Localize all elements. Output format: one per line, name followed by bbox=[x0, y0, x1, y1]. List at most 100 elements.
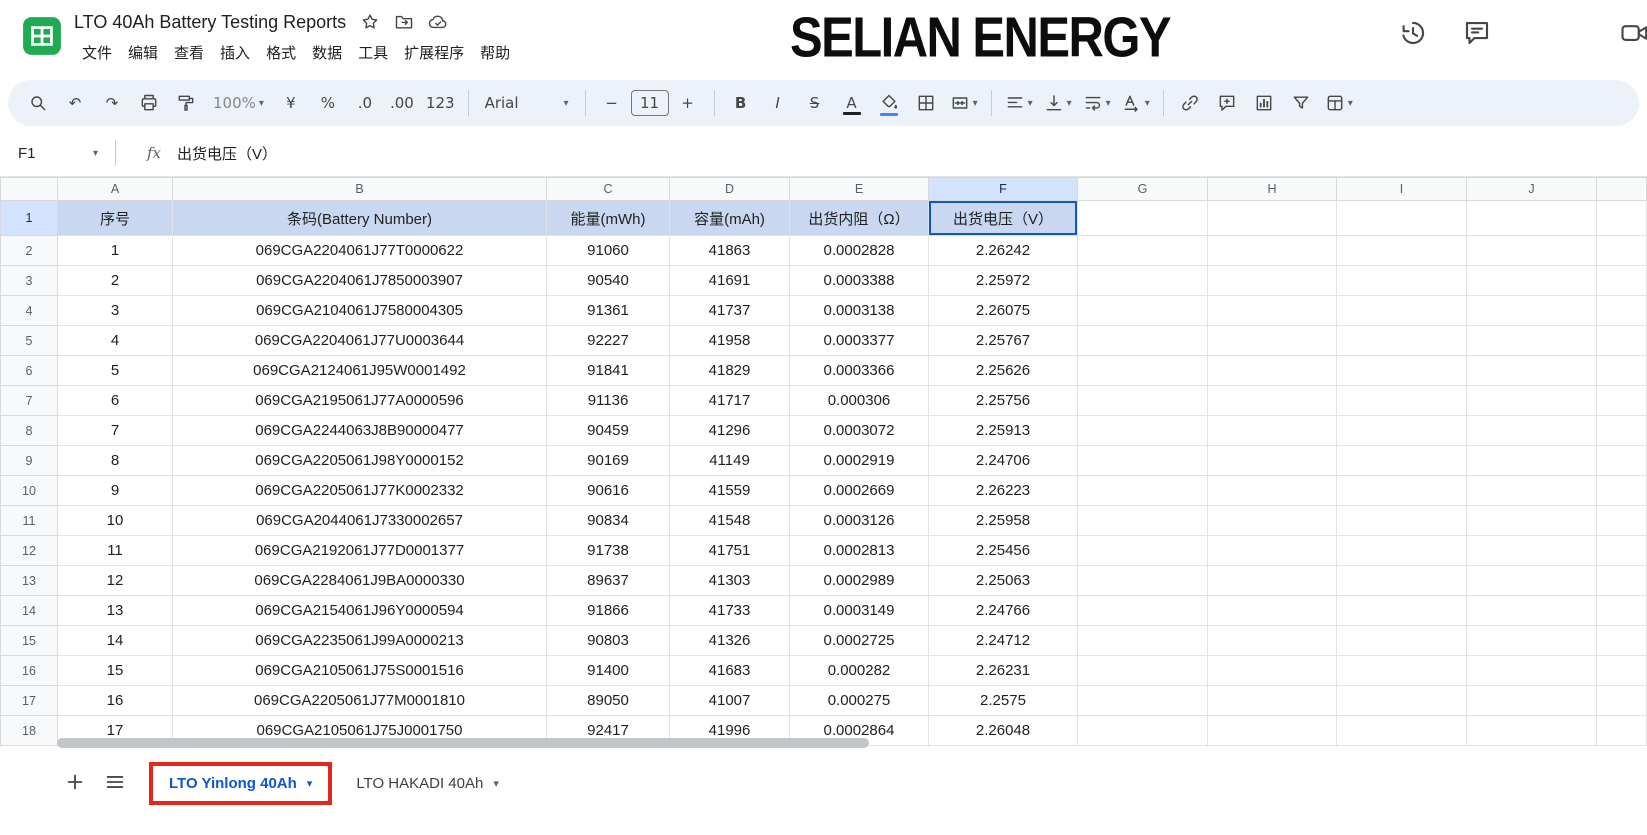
cell-G16[interactable] bbox=[1078, 656, 1208, 686]
cell-A8[interactable]: 7 bbox=[58, 416, 173, 446]
cell-C3[interactable]: 90540 bbox=[547, 266, 670, 296]
cell-B8[interactable]: 069CGA2244063J8B90000477 bbox=[173, 416, 547, 446]
cell-I4[interactable] bbox=[1337, 296, 1467, 326]
cell-H7[interactable] bbox=[1208, 386, 1337, 416]
cell-H5[interactable] bbox=[1208, 326, 1337, 356]
cell-I12[interactable] bbox=[1337, 536, 1467, 566]
cell-J13[interactable] bbox=[1467, 566, 1597, 596]
cell-A4[interactable]: 3 bbox=[58, 296, 173, 326]
row-header-2[interactable]: 2 bbox=[1, 236, 58, 266]
sheet-tab-lto-hakadi-40ah[interactable]: LTO HAKADI 40Ah ▾ bbox=[340, 762, 515, 805]
cell-G3[interactable] bbox=[1078, 266, 1208, 296]
star-icon[interactable] bbox=[360, 12, 380, 32]
cell-F8[interactable]: 2.25913 bbox=[929, 416, 1078, 446]
cell-B6[interactable]: 069CGA2124061J95W0001492 bbox=[173, 356, 547, 386]
insert-chart-button[interactable] bbox=[1246, 86, 1282, 120]
cell-D15[interactable]: 41326 bbox=[670, 626, 790, 656]
cell-C11[interactable]: 90834 bbox=[547, 506, 670, 536]
cell-A16[interactable]: 15 bbox=[58, 656, 173, 686]
comments-icon[interactable] bbox=[1462, 18, 1492, 48]
menu-view[interactable]: 查看 bbox=[166, 39, 212, 66]
row-header-15[interactable]: 15 bbox=[1, 626, 58, 656]
cell-G6[interactable] bbox=[1078, 356, 1208, 386]
cell-I10[interactable] bbox=[1337, 476, 1467, 506]
row-header-5[interactable]: 5 bbox=[1, 326, 58, 356]
font-family-button[interactable]: Arial▾ bbox=[477, 86, 577, 120]
row-header-12[interactable]: 12 bbox=[1, 536, 58, 566]
cell-E12[interactable]: 0.0002813 bbox=[790, 536, 929, 566]
cell-J7[interactable] bbox=[1467, 386, 1597, 416]
increase-decimal-button[interactable]: .00 bbox=[384, 86, 420, 120]
column-header-H[interactable]: H bbox=[1208, 178, 1337, 201]
cell-E16[interactable]: 0.000282 bbox=[790, 656, 929, 686]
cell-H2[interactable] bbox=[1208, 236, 1337, 266]
cell-F16[interactable]: 2.26231 bbox=[929, 656, 1078, 686]
cell-D5[interactable]: 41958 bbox=[670, 326, 790, 356]
cell-J17[interactable] bbox=[1467, 686, 1597, 716]
cell-A11[interactable]: 10 bbox=[58, 506, 173, 536]
cell-H18[interactable] bbox=[1208, 716, 1337, 746]
meet-camera-icon[interactable] bbox=[1620, 18, 1647, 48]
column-header-B[interactable]: B bbox=[173, 178, 547, 201]
menu-edit[interactable]: 编辑 bbox=[120, 39, 166, 66]
cell-H3[interactable] bbox=[1208, 266, 1337, 296]
cell-F5[interactable]: 2.25767 bbox=[929, 326, 1078, 356]
formula-input[interactable]: 出货电压（V） bbox=[177, 143, 277, 164]
cell-H14[interactable] bbox=[1208, 596, 1337, 626]
cell-B12[interactable]: 069CGA2192061J77D0001377 bbox=[173, 536, 547, 566]
cell-J8[interactable] bbox=[1467, 416, 1597, 446]
menu-data[interactable]: 数据 bbox=[304, 39, 350, 66]
cell-F10[interactable]: 2.26223 bbox=[929, 476, 1078, 506]
cell-A17[interactable]: 16 bbox=[58, 686, 173, 716]
cell-B13[interactable]: 069CGA2284061J9BA0000330 bbox=[173, 566, 547, 596]
google-sheets-logo-icon[interactable] bbox=[20, 8, 64, 64]
cell-H9[interactable] bbox=[1208, 446, 1337, 476]
cell-E13[interactable]: 0.0002989 bbox=[790, 566, 929, 596]
cell-E17[interactable]: 0.000275 bbox=[790, 686, 929, 716]
cell-E8[interactable]: 0.0003072 bbox=[790, 416, 929, 446]
cell-F4[interactable]: 2.26075 bbox=[929, 296, 1078, 326]
cell-J6[interactable] bbox=[1467, 356, 1597, 386]
column-header-C[interactable]: C bbox=[547, 178, 670, 201]
cell-H13[interactable] bbox=[1208, 566, 1337, 596]
menu-format[interactable]: 格式 bbox=[258, 39, 304, 66]
cell-B2[interactable]: 069CGA2204061J77T0000622 bbox=[173, 236, 547, 266]
cell-I13[interactable] bbox=[1337, 566, 1467, 596]
cell-C4[interactable]: 91361 bbox=[547, 296, 670, 326]
cell-F6[interactable]: 2.25626 bbox=[929, 356, 1078, 386]
cell-E1[interactable]: 出货内阻（Ω） bbox=[790, 201, 929, 236]
cell-J12[interactable] bbox=[1467, 536, 1597, 566]
cell-B15[interactable]: 069CGA2235061J99A0000213 bbox=[173, 626, 547, 656]
cell-I16[interactable] bbox=[1337, 656, 1467, 686]
paint-format-button[interactable] bbox=[168, 86, 204, 120]
cell-D8[interactable]: 41296 bbox=[670, 416, 790, 446]
borders-button[interactable] bbox=[908, 86, 944, 120]
menu-tools[interactable]: 工具 bbox=[350, 39, 396, 66]
cell-H15[interactable] bbox=[1208, 626, 1337, 656]
zoom-button[interactable]: 100%▾ bbox=[205, 86, 272, 120]
cell-H16[interactable] bbox=[1208, 656, 1337, 686]
cell-A3[interactable]: 2 bbox=[58, 266, 173, 296]
cell-G5[interactable] bbox=[1078, 326, 1208, 356]
cell-C7[interactable]: 91136 bbox=[547, 386, 670, 416]
cell-G15[interactable] bbox=[1078, 626, 1208, 656]
cell-G17[interactable] bbox=[1078, 686, 1208, 716]
cell-F7[interactable]: 2.25756 bbox=[929, 386, 1078, 416]
horizontal-align-button[interactable]: ▾ bbox=[1000, 86, 1038, 120]
column-header-A[interactable]: A bbox=[58, 178, 173, 201]
cell-E4[interactable]: 0.0003138 bbox=[790, 296, 929, 326]
cell-J1[interactable] bbox=[1467, 201, 1597, 236]
cell-D4[interactable]: 41737 bbox=[670, 296, 790, 326]
table-views-button[interactable]: ▾ bbox=[1320, 86, 1358, 120]
cell-A10[interactable]: 9 bbox=[58, 476, 173, 506]
cell-B1[interactable]: 条码(Battery Number) bbox=[173, 201, 547, 236]
cloud-saved-icon[interactable] bbox=[428, 12, 448, 32]
cell-B14[interactable]: 069CGA2154061J96Y0000594 bbox=[173, 596, 547, 626]
cell-I17[interactable] bbox=[1337, 686, 1467, 716]
cell-I6[interactable] bbox=[1337, 356, 1467, 386]
column-header-J[interactable]: J bbox=[1467, 178, 1597, 201]
cell-E2[interactable]: 0.0002828 bbox=[790, 236, 929, 266]
format-currency-button[interactable]: ¥ bbox=[273, 86, 309, 120]
row-header-7[interactable]: 7 bbox=[1, 386, 58, 416]
column-header-G[interactable]: G bbox=[1078, 178, 1208, 201]
